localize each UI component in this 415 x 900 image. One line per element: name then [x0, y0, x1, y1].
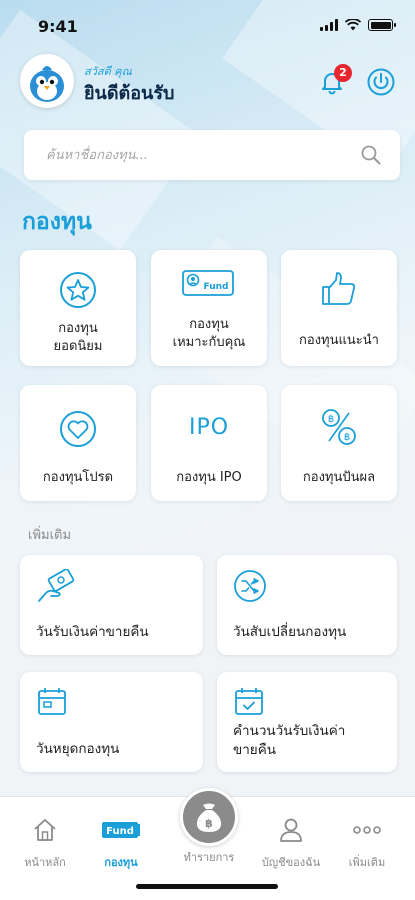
tile-fund-holidays[interactable]: วันหยุดกองทุน	[20, 672, 203, 772]
nav-fund-label: กองทุน	[104, 856, 138, 869]
battery-icon	[368, 19, 396, 31]
search-icon[interactable]	[360, 144, 382, 166]
search-bar	[24, 130, 400, 180]
tile-label: กองทุนปันผล	[302, 470, 376, 485]
svg-text:฿: ฿	[205, 817, 213, 830]
transact-button[interactable]: ฿	[180, 788, 238, 846]
tile-popular-funds[interactable]: กองทุน ยอดนิยม	[20, 250, 136, 366]
notification-badge: 2	[334, 64, 352, 82]
svg-text:Fund: Fund	[204, 282, 229, 292]
status-time: 9:41	[38, 17, 78, 36]
more-dots-icon	[353, 826, 381, 834]
money-hand-icon	[38, 569, 75, 602]
tile-label: กองทุน เหมาะกับคุณ	[172, 317, 246, 350]
tile-redemption-payment-date[interactable]: วันรับเงินค่าขายคืน	[20, 555, 203, 655]
tile-dividend-funds[interactable]: ฿ ฿ กองทุนปันผล	[281, 385, 397, 501]
tile-label: วันสับเปลี่ยนกองทุน	[233, 624, 347, 640]
fund-tab-icon: Fund	[102, 822, 140, 838]
home-indicator	[136, 884, 278, 889]
section-title: กองทุน	[22, 209, 92, 235]
svg-text:฿: ฿	[328, 414, 334, 425]
tile-ipo-funds[interactable]: IPO กองทุน IPO	[151, 385, 267, 501]
home-icon	[34, 819, 56, 841]
tile-recommended-funds[interactable]: กองทุนแนะนำ	[281, 250, 397, 366]
status-bar: 9:41	[0, 0, 415, 46]
tile-label: กองทุน ยอดนิยม	[53, 321, 103, 354]
nav-account-label: บัญชีของฉัน	[261, 856, 321, 869]
star-icon	[60, 272, 96, 308]
signal-icon	[320, 19, 338, 31]
wifi-icon	[345, 19, 361, 31]
tile-label: วันรับเงินค่าขายคืน	[36, 624, 149, 640]
shuffle-icon	[234, 570, 266, 602]
tile-label: กองทุน IPO	[176, 470, 242, 485]
tile-favorite-funds[interactable]: กองทุนโปรด	[20, 385, 136, 501]
nav-account[interactable]: บัญชีของฉัน	[256, 817, 326, 871]
user-icon	[280, 818, 302, 842]
ipo-icon: IPO	[188, 415, 230, 440]
heart-icon	[60, 411, 96, 447]
money-bag-icon: ฿	[196, 803, 222, 832]
calendar-icon	[38, 688, 66, 715]
bird-mascot-icon	[30, 66, 64, 102]
tile-label: คำนวนวันรับเงินค่า ขายคืน	[233, 723, 346, 758]
calendar-check-icon	[235, 688, 263, 715]
avatar[interactable]	[20, 54, 74, 108]
nav-more[interactable]: เพิ่มเติม	[332, 817, 402, 871]
nav-fund[interactable]: Fund กองทุน	[86, 817, 156, 871]
greeting-title: ยินดีต้อนรับ	[84, 83, 175, 104]
search-input[interactable]	[46, 144, 346, 166]
power-icon[interactable]	[366, 67, 396, 97]
thumbs-up-icon	[322, 272, 356, 305]
nav-home[interactable]: หน้าหลัก	[10, 817, 80, 871]
nav-home-label: หน้าหลัก	[24, 856, 66, 869]
tile-label: วันหยุดกองทุน	[36, 741, 120, 757]
nav-transact-label: ทำรายการ	[183, 851, 235, 864]
tile-label: กองทุนแนะนำ	[299, 333, 379, 348]
nav-more-label: เพิ่มเติม	[348, 856, 386, 869]
tile-redemption-date-calculator[interactable]: คำนวนวันรับเงินค่า ขายคืน	[217, 672, 397, 772]
svg-text:฿: ฿	[344, 432, 350, 443]
more-section-title: เพิ่มเติม	[28, 528, 72, 543]
svg-text:Fund: Fund	[106, 826, 134, 837]
tile-label: กองทุนโปรด	[42, 470, 114, 485]
dividend-icon: ฿ ฿	[322, 409, 356, 445]
fund-card-icon: Fund	[182, 270, 234, 296]
tile-funds-for-you[interactable]: Fund กองทุน เหมาะกับคุณ	[151, 250, 267, 366]
tile-switching-date[interactable]: วันสับเปลี่ยนกองทุน	[217, 555, 397, 655]
